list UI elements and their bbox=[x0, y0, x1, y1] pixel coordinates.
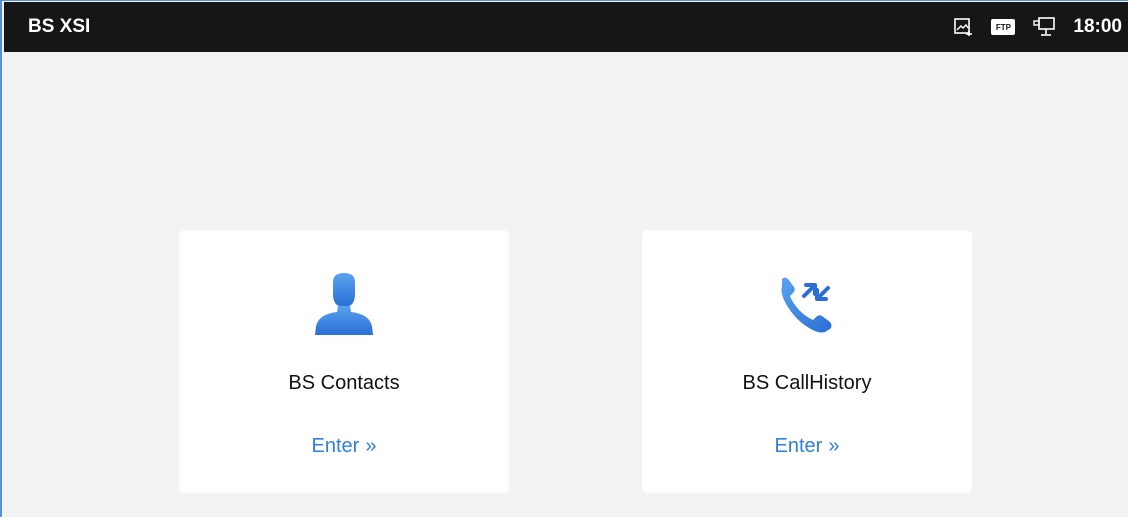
double-chevron-right-icon: » bbox=[828, 435, 840, 457]
ftp-label: FTP bbox=[991, 19, 1016, 35]
network-icon bbox=[1033, 17, 1056, 37]
screenshot-icon bbox=[953, 17, 973, 37]
enter-label: Enter bbox=[311, 435, 360, 457]
enter-callhistory-button[interactable]: Enter» bbox=[642, 435, 972, 458]
ftp-icon: FTP bbox=[991, 19, 1016, 35]
bs-contacts-card[interactable]: BS Contacts Enter» bbox=[179, 230, 509, 493]
card-title: BS CallHistory bbox=[742, 372, 872, 394]
call-history-icon bbox=[781, 277, 832, 333]
status-icons: FTP 18:00 bbox=[953, 2, 1122, 52]
card-title: BS Contacts bbox=[288, 372, 400, 394]
enter-label: Enter bbox=[774, 435, 823, 457]
status-bar: BS XSI FTP 18:00 bbox=[4, 2, 1128, 52]
double-chevron-right-icon: » bbox=[365, 435, 377, 457]
app-title: BS XSI bbox=[28, 16, 91, 37]
bs-callhistory-card[interactable]: BS CallHistory Enter» bbox=[642, 230, 972, 493]
enter-contacts-button[interactable]: Enter» bbox=[179, 435, 509, 458]
contact-person-icon bbox=[315, 273, 373, 335]
status-clock: 18:00 bbox=[1073, 16, 1122, 37]
app-window: BS XSI FTP 18:00 BS Contacts Enter » BS … bbox=[0, 0, 1128, 517]
